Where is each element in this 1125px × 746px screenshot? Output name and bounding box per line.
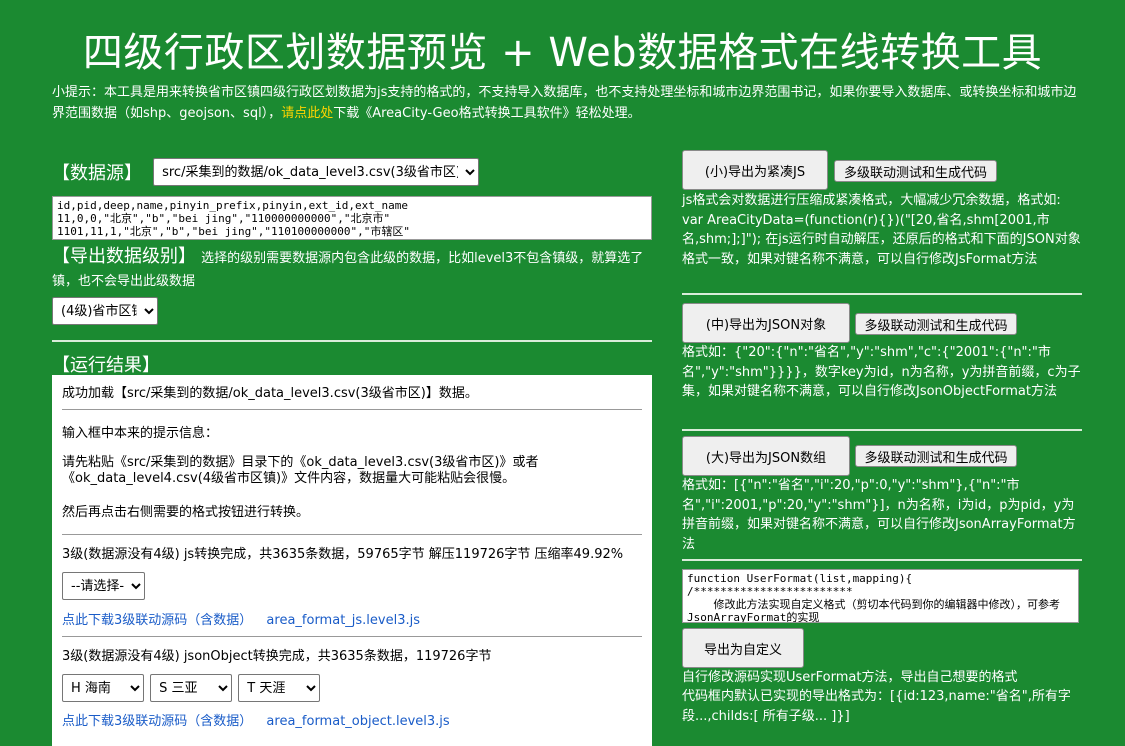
result-hint-para2: 然后再点击右侧需要的格式按钮进行转换。 [62,505,310,520]
object-preview-selects: H 海南 S 三亚 T 天涯 [62,674,642,702]
result-divider [62,409,642,410]
run-result-label: 【运行结果】 [52,355,160,376]
result-divider [62,534,642,535]
export-json-array-button[interactable]: (大)导出为JSON数组 [682,436,850,476]
js-file-link[interactable]: area_format_js.level3.js [266,613,420,628]
js-download-link[interactable]: 点此下载3级联动源码（含数据） [62,613,252,628]
source-row: 【数据源】 src/采集到的数据/ok_data_level3.csv(3级省市… [52,158,480,186]
js-download-row: 点此下载3级联动源码（含数据） area_format_js.level3.js [62,609,642,628]
custom-code-textarea[interactable]: function UserFormat(list,mapping){ /****… [682,569,1079,623]
export-level-select[interactable]: (4级)省市区镇 [52,297,158,325]
district-select[interactable]: T 天涯 [238,674,321,702]
page-title: 四级行政区划数据预览 + Web数据格式在线转换工具 [82,30,1043,76]
source-textarea[interactable]: id,pid,deep,name,pinyin_prefix,pinyin,ex… [52,196,652,240]
divider [682,429,1082,431]
tip-text-after: 下载《AreaCity-Geo格式转换工具软件》轻松处理。 [333,106,641,121]
array-desc: 格式如：[{"n":"省名","i":20,"p":0,"y":"shm"},{… [682,478,1076,552]
city-select[interactable]: S 三亚 [150,674,233,702]
result-panel: 成功加载【src/采集到的数据/ok_data_level3.csv(3级省市区… [52,375,652,746]
export-json-object-button[interactable]: (中)导出为JSON对象 [682,303,850,343]
export-level-row: 【导出数据级别】 选择的级别需要数据源内包含此级的数据，比如level3不包含镇… [52,246,652,292]
object-download-row: 点此下载3级联动源码（含数据） area_format_object.level… [62,710,642,729]
tip-download-link[interactable]: 请点此处 [281,106,333,121]
result-divider [62,636,642,637]
compact-desc: js格式会对数据进行压缩成紧凑格式，大幅减少冗余数据，格式如: var Area… [682,193,1081,267]
result-hint-title: 输入框中本来的提示信息： [62,426,219,441]
custom-desc-1: 自行修改源码实现UserFormat方法，导出自己想要的格式 [682,670,1018,685]
custom-desc-2: 代码框内默认已实现的导出格式为：[{id:123,name:"省名",所有字段.… [682,689,1071,724]
divider [682,559,1082,561]
object-file-link[interactable]: area_format_object.level3.js [266,714,449,729]
array-test-button[interactable]: 多级联动测试和生成代码 [855,445,1017,467]
object-download-link[interactable]: 点此下载3级联动源码（含数据） [62,714,252,729]
divider [682,293,1082,295]
js-preview-select[interactable]: --请选择-- [62,572,145,600]
province-select[interactable]: H 海南 [62,674,144,702]
divider [52,340,652,342]
result-hint-para1: 请先粘贴《src/采集到的数据》目录下的《ok_data_level3.csv(… [62,455,539,486]
object-test-button[interactable]: 多级联动测试和生成代码 [855,313,1017,335]
result-object-done: 3级(数据源没有4级) jsonObject转换完成，共3635条数据，1197… [62,649,492,664]
result-js-done: 3级(数据源没有4级) js转换完成，共3635条数据，59765字节 解压11… [62,547,624,562]
result-loaded: 成功加载【src/采集到的数据/ok_data_level3.csv(3级省市区… [62,386,478,401]
source-select[interactable]: src/采集到的数据/ok_data_level3.csv(3级省市区) [153,158,480,186]
export-level-label: 【导出数据级别】 [52,246,196,267]
tip-text: 小提示：本工具是用来转换省市区镇四级行政区划数据为js支持的格式的，不支持导入数… [52,82,1087,124]
export-custom-button[interactable]: 导出为自定义 [682,628,804,668]
compact-test-button[interactable]: 多级联动测试和生成代码 [834,160,997,182]
export-compact-js-button[interactable]: (小)导出为紧凑JS [682,150,828,190]
source-label: 【数据源】 [52,163,142,184]
object-desc: 格式如：{"20":{"n":"省名","y":"shm","c":{"2001… [682,345,1081,399]
